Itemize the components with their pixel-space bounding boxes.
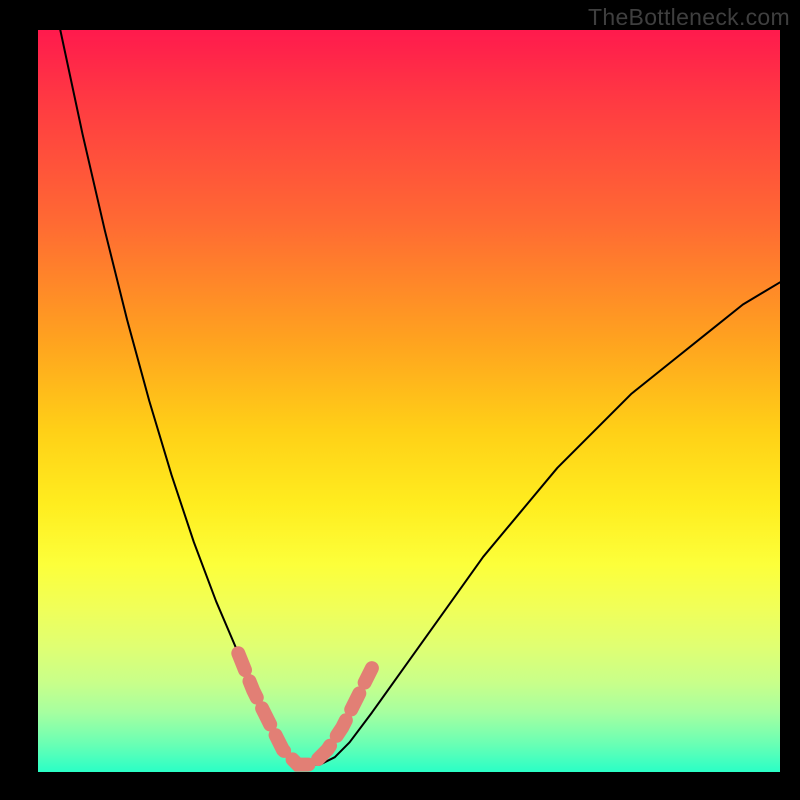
bottleneck-curve [60,30,780,765]
curve-svg [38,30,780,772]
plot-area [38,30,780,772]
watermark-text: TheBottleneck.com [588,4,790,31]
optimal-marker-band [238,653,372,764]
chart-frame: TheBottleneck.com [0,0,800,800]
